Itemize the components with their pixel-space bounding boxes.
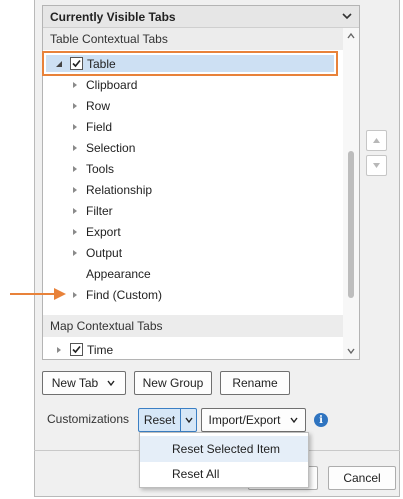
collapsed-triangle-icon[interactable]	[70, 227, 80, 237]
checkbox-time[interactable]	[70, 343, 83, 356]
tree-item-output[interactable]: Output	[70, 242, 122, 263]
collapsed-triangle-icon[interactable]	[70, 185, 80, 195]
menu-item-label: Reset All	[172, 467, 220, 481]
tree-item-label: Time	[87, 342, 114, 357]
menu-item-label: Reset Selected Item	[172, 442, 281, 456]
tree-item-label: Clipboard	[86, 77, 138, 92]
import-export-button[interactable]: Import/Export	[201, 408, 306, 432]
map-contextual-tabs-section: Map Contextual Tabs	[43, 315, 343, 337]
collapsed-triangle-icon[interactable]	[70, 248, 80, 258]
scroll-up-icon[interactable]	[347, 32, 355, 40]
menu-item-reset-selected[interactable]: Reset Selected Item	[140, 436, 308, 462]
new-tab-label: New Tab	[51, 376, 99, 390]
tree-item-label: Filter	[86, 203, 113, 218]
tree-item-label: Export	[86, 224, 121, 239]
tree-item-label: Find (Custom)	[86, 287, 163, 302]
tree-item-table[interactable]: Table	[54, 53, 116, 74]
tree-item-label: Field	[86, 119, 113, 134]
visible-tabs-dropdown[interactable]: Currently Visible Tabs	[43, 6, 359, 28]
collapsed-triangle-icon[interactable]	[70, 122, 80, 132]
new-tab-button[interactable]: New Tab	[42, 371, 126, 395]
collapsed-triangle-icon[interactable]	[70, 101, 80, 111]
reset-dropdown-caret[interactable]	[180, 409, 196, 431]
move-down-button[interactable]	[366, 155, 387, 176]
tree-item-label: Row	[86, 98, 111, 113]
reset-button[interactable]: Reset	[138, 408, 197, 432]
move-up-button[interactable]	[366, 130, 387, 151]
tree-item-label: Relationship	[86, 182, 153, 197]
tree-item-label: Appearance	[86, 266, 151, 281]
tree-item-find-custom[interactable]: Find (Custom)	[70, 284, 162, 305]
tree-item-tools[interactable]: Tools	[70, 158, 114, 179]
chevron-down-icon[interactable]	[341, 10, 353, 22]
rename-label: Rename	[232, 376, 278, 390]
tree-scrollbar[interactable]	[343, 28, 359, 359]
triangle-up-icon	[373, 138, 380, 143]
import-export-label: Import/Export	[208, 413, 281, 427]
checkbox-table[interactable]	[70, 57, 83, 70]
new-group-button[interactable]: New Group	[134, 371, 212, 395]
scroll-down-icon[interactable]	[347, 347, 355, 355]
tree-item-relationship[interactable]: Relationship	[70, 179, 152, 200]
tree-item-selection[interactable]: Selection	[70, 137, 135, 158]
tree-item-appearance[interactable]: Appearance	[86, 263, 151, 284]
tree-item-filter[interactable]: Filter	[70, 200, 113, 221]
tree-item-export[interactable]: Export	[70, 221, 121, 242]
rename-button[interactable]: Rename	[220, 371, 290, 395]
reset-menu: Reset Selected Item Reset All	[139, 432, 309, 488]
table-contextual-tabs-section: Table Contextual Tabs	[43, 28, 343, 50]
cancel-label: Cancel	[343, 471, 381, 485]
collapsed-triangle-icon[interactable]	[70, 80, 80, 90]
collapsed-triangle-icon[interactable]	[70, 164, 80, 174]
customizations-label: Customizations	[47, 412, 130, 426]
collapsed-triangle-icon[interactable]	[70, 206, 80, 216]
pointer-arrow-icon	[10, 288, 66, 300]
tree-item-label: Tools	[86, 161, 115, 176]
menu-item-reset-all[interactable]: Reset All	[140, 461, 308, 487]
scrollbar-thumb[interactable]	[348, 151, 354, 298]
section-label-map: Map Contextual Tabs	[50, 319, 163, 333]
chevron-down-icon	[184, 417, 193, 424]
tree-item-clipboard[interactable]: Clipboard	[70, 74, 137, 95]
section-label-table: Table Contextual Tabs	[50, 32, 168, 46]
panel-header-label: Currently Visible Tabs	[50, 9, 176, 24]
reset-label: Reset	[143, 413, 176, 427]
chevron-down-icon	[289, 417, 298, 424]
tree-item-row[interactable]: Row	[70, 95, 110, 116]
cancel-button[interactable]: Cancel	[328, 466, 396, 490]
collapsed-triangle-icon[interactable]	[70, 290, 80, 300]
tree-item-time[interactable]: Time	[54, 339, 113, 360]
expanded-triangle-icon[interactable]	[54, 59, 64, 69]
collapsed-triangle-icon[interactable]	[54, 345, 64, 355]
triangle-down-icon	[373, 163, 380, 168]
tree-item-label: Selection	[86, 140, 136, 155]
info-icon[interactable]: i	[314, 413, 328, 427]
chevron-down-icon	[107, 380, 115, 387]
new-group-label: New Group	[142, 376, 204, 390]
tree-item-field[interactable]: Field	[70, 116, 112, 137]
tree-item-label: Table	[87, 56, 116, 71]
collapsed-triangle-icon[interactable]	[70, 143, 80, 153]
tree-item-label: Output	[86, 245, 123, 260]
